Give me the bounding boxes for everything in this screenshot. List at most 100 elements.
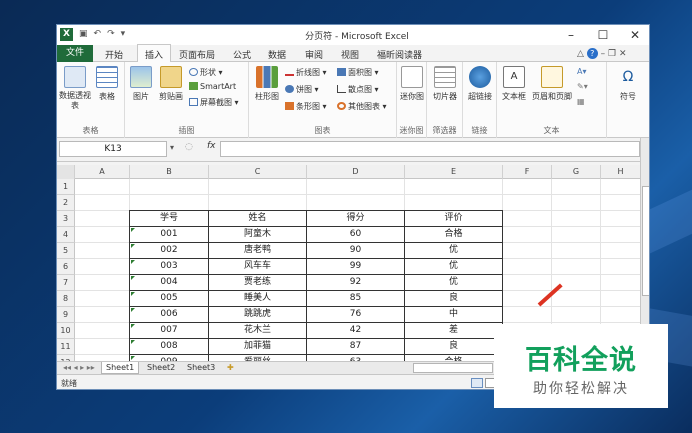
horizontal-scrollbar[interactable] bbox=[413, 363, 493, 373]
table-cell[interactable]: 贾老练 bbox=[209, 275, 307, 291]
screenshot-button[interactable]: 屏幕截图 ▾ bbox=[189, 97, 239, 108]
customize-icon[interactable]: ▾ bbox=[121, 29, 126, 39]
pie-chart-button[interactable]: 饼图 ▾ bbox=[285, 84, 319, 95]
table-header-cell[interactable]: 得分 bbox=[307, 211, 405, 227]
area-chart-button[interactable]: 面积图 ▾ bbox=[337, 67, 379, 78]
table-cell[interactable]: 85 bbox=[307, 291, 405, 307]
table-cell[interactable]: 005 bbox=[130, 291, 209, 307]
table-cell[interactable]: 90 bbox=[307, 243, 405, 259]
sparkline-button[interactable]: 迷你图 bbox=[398, 66, 426, 102]
table-cell[interactable]: 优 bbox=[405, 243, 503, 259]
table-cell[interactable]: 花木兰 bbox=[209, 323, 307, 339]
sheet-tab-sheet2[interactable]: Sheet2 bbox=[143, 362, 179, 374]
normal-view-icon[interactable] bbox=[471, 378, 483, 388]
column-header[interactable]: H bbox=[601, 165, 640, 179]
table-cell[interactable]: 76 bbox=[307, 307, 405, 323]
scroll-thumb[interactable] bbox=[642, 186, 649, 296]
redo-icon[interactable]: ↷ bbox=[107, 29, 115, 39]
table-cell[interactable]: 004 bbox=[130, 275, 209, 291]
column-header[interactable]: G bbox=[552, 165, 601, 179]
table-cell[interactable]: 60 bbox=[307, 227, 405, 243]
pivot-table-button[interactable]: 数据透视表 bbox=[59, 66, 91, 111]
table-cell[interactable]: 睡美人 bbox=[209, 291, 307, 307]
column-header[interactable]: D bbox=[307, 165, 405, 179]
table-cell[interactable]: 优 bbox=[405, 259, 503, 275]
table-cell[interactable]: 003 bbox=[130, 259, 209, 275]
cancel-entry-icon[interactable]: ◌ bbox=[185, 142, 193, 152]
column-header[interactable]: E bbox=[405, 165, 503, 179]
row-header[interactable]: 11 bbox=[57, 339, 75, 355]
tab-view[interactable]: 视图 bbox=[341, 48, 359, 61]
formula-input[interactable] bbox=[220, 141, 640, 157]
row-header[interactable]: 6 bbox=[57, 259, 75, 275]
tab-data[interactable]: 数据 bbox=[268, 48, 286, 61]
sheet-tab-sheet3[interactable]: Sheet3 bbox=[183, 362, 219, 374]
textbox-button[interactable]: A 文本框 bbox=[499, 66, 529, 102]
row-header[interactable]: 1 bbox=[57, 179, 75, 195]
namebox-dropdown-icon[interactable]: ▾ bbox=[170, 143, 174, 152]
save-icon[interactable]: ▣ bbox=[79, 29, 88, 39]
tab-file[interactable]: 文件 bbox=[57, 45, 93, 62]
table-header-cell[interactable]: 姓名 bbox=[209, 211, 307, 227]
column-header[interactable]: A bbox=[75, 165, 130, 179]
doc-minimize-icon[interactable]: – bbox=[601, 49, 606, 59]
wordart-icon[interactable]: A▾ bbox=[577, 67, 587, 76]
header-footer-button[interactable]: 页眉和页脚 bbox=[530, 66, 574, 102]
table-cell[interactable]: 001 bbox=[130, 227, 209, 243]
column-chart-button[interactable]: 柱形图 bbox=[253, 66, 281, 102]
table-cell[interactable]: 阿童木 bbox=[209, 227, 307, 243]
table-cell[interactable]: 风车车 bbox=[209, 259, 307, 275]
line-chart-button[interactable]: 折线图 ▾ bbox=[285, 67, 327, 78]
help-icon[interactable]: ? bbox=[586, 48, 598, 59]
row-header[interactable]: 10 bbox=[57, 323, 75, 339]
row-header[interactable]: 8 bbox=[57, 291, 75, 307]
table-cell[interactable]: 42 bbox=[307, 323, 405, 339]
other-chart-button[interactable]: 其他图表 ▾ bbox=[337, 101, 387, 112]
table-cell[interactable]: 006 bbox=[130, 307, 209, 323]
shapes-button[interactable]: 形状 ▾ bbox=[189, 67, 223, 78]
column-header[interactable]: B bbox=[130, 165, 209, 179]
collapse-ribbon-icon[interactable]: △ bbox=[577, 49, 584, 59]
tab-formulas[interactable]: 公式 bbox=[233, 48, 251, 61]
insert-function-icon[interactable]: fx bbox=[207, 141, 216, 151]
row-header[interactable]: 3 bbox=[57, 211, 75, 227]
table-cell[interactable]: 007 bbox=[130, 323, 209, 339]
tab-review[interactable]: 审阅 bbox=[305, 48, 323, 61]
row-header[interactable]: 5 bbox=[57, 243, 75, 259]
object-icon[interactable]: ▦ bbox=[577, 97, 585, 106]
select-all-corner[interactable] bbox=[57, 165, 75, 179]
sheet-tab-sheet1[interactable]: Sheet1 bbox=[101, 362, 140, 374]
undo-icon[interactable]: ↶ bbox=[94, 29, 102, 39]
row-header[interactable]: 9 bbox=[57, 307, 75, 323]
table-cell[interactable]: 加菲猫 bbox=[209, 339, 307, 355]
table-header-cell[interactable]: 学号 bbox=[130, 211, 209, 227]
table-cell[interactable]: 良 bbox=[405, 339, 503, 355]
maximize-button[interactable]: ☐ bbox=[589, 25, 617, 45]
tab-page-layout[interactable]: 页面布局 bbox=[179, 48, 215, 61]
table-header-cell[interactable]: 评价 bbox=[405, 211, 503, 227]
row-header[interactable]: 4 bbox=[57, 227, 75, 243]
table-cell[interactable]: 跳跳虎 bbox=[209, 307, 307, 323]
table-cell[interactable]: 92 bbox=[307, 275, 405, 291]
tab-insert[interactable]: 插入 bbox=[137, 44, 172, 62]
table-cell[interactable]: 合格 bbox=[405, 227, 503, 243]
table-cell[interactable]: 99 bbox=[307, 259, 405, 275]
row-header[interactable]: 7 bbox=[57, 275, 75, 291]
table-cell[interactable]: 优 bbox=[405, 275, 503, 291]
sheet-nav-icon[interactable]: ◂◂ ◂ ▸ ▸▸ bbox=[59, 362, 99, 374]
smartart-button[interactable]: SmartArt bbox=[189, 82, 236, 91]
scatter-chart-button[interactable]: 散点图 ▾ bbox=[337, 84, 379, 95]
table-cell[interactable]: 002 bbox=[130, 243, 209, 259]
table-cell[interactable]: 中 bbox=[405, 307, 503, 323]
slicer-button[interactable]: 切片器 bbox=[429, 66, 461, 102]
table-cell[interactable]: 008 bbox=[130, 339, 209, 355]
tab-foxit[interactable]: 福昕阅读器 bbox=[377, 48, 422, 61]
table-cell[interactable]: 良 bbox=[405, 291, 503, 307]
close-button[interactable]: ✕ bbox=[621, 25, 649, 45]
doc-restore-icon[interactable]: ❐ bbox=[608, 49, 616, 59]
name-box[interactable]: K13 bbox=[59, 141, 167, 157]
row-header[interactable]: 2 bbox=[57, 195, 75, 211]
column-header[interactable]: C bbox=[209, 165, 307, 179]
hyperlink-button[interactable]: 超链接 bbox=[464, 66, 496, 102]
minimize-button[interactable]: – bbox=[557, 25, 585, 45]
